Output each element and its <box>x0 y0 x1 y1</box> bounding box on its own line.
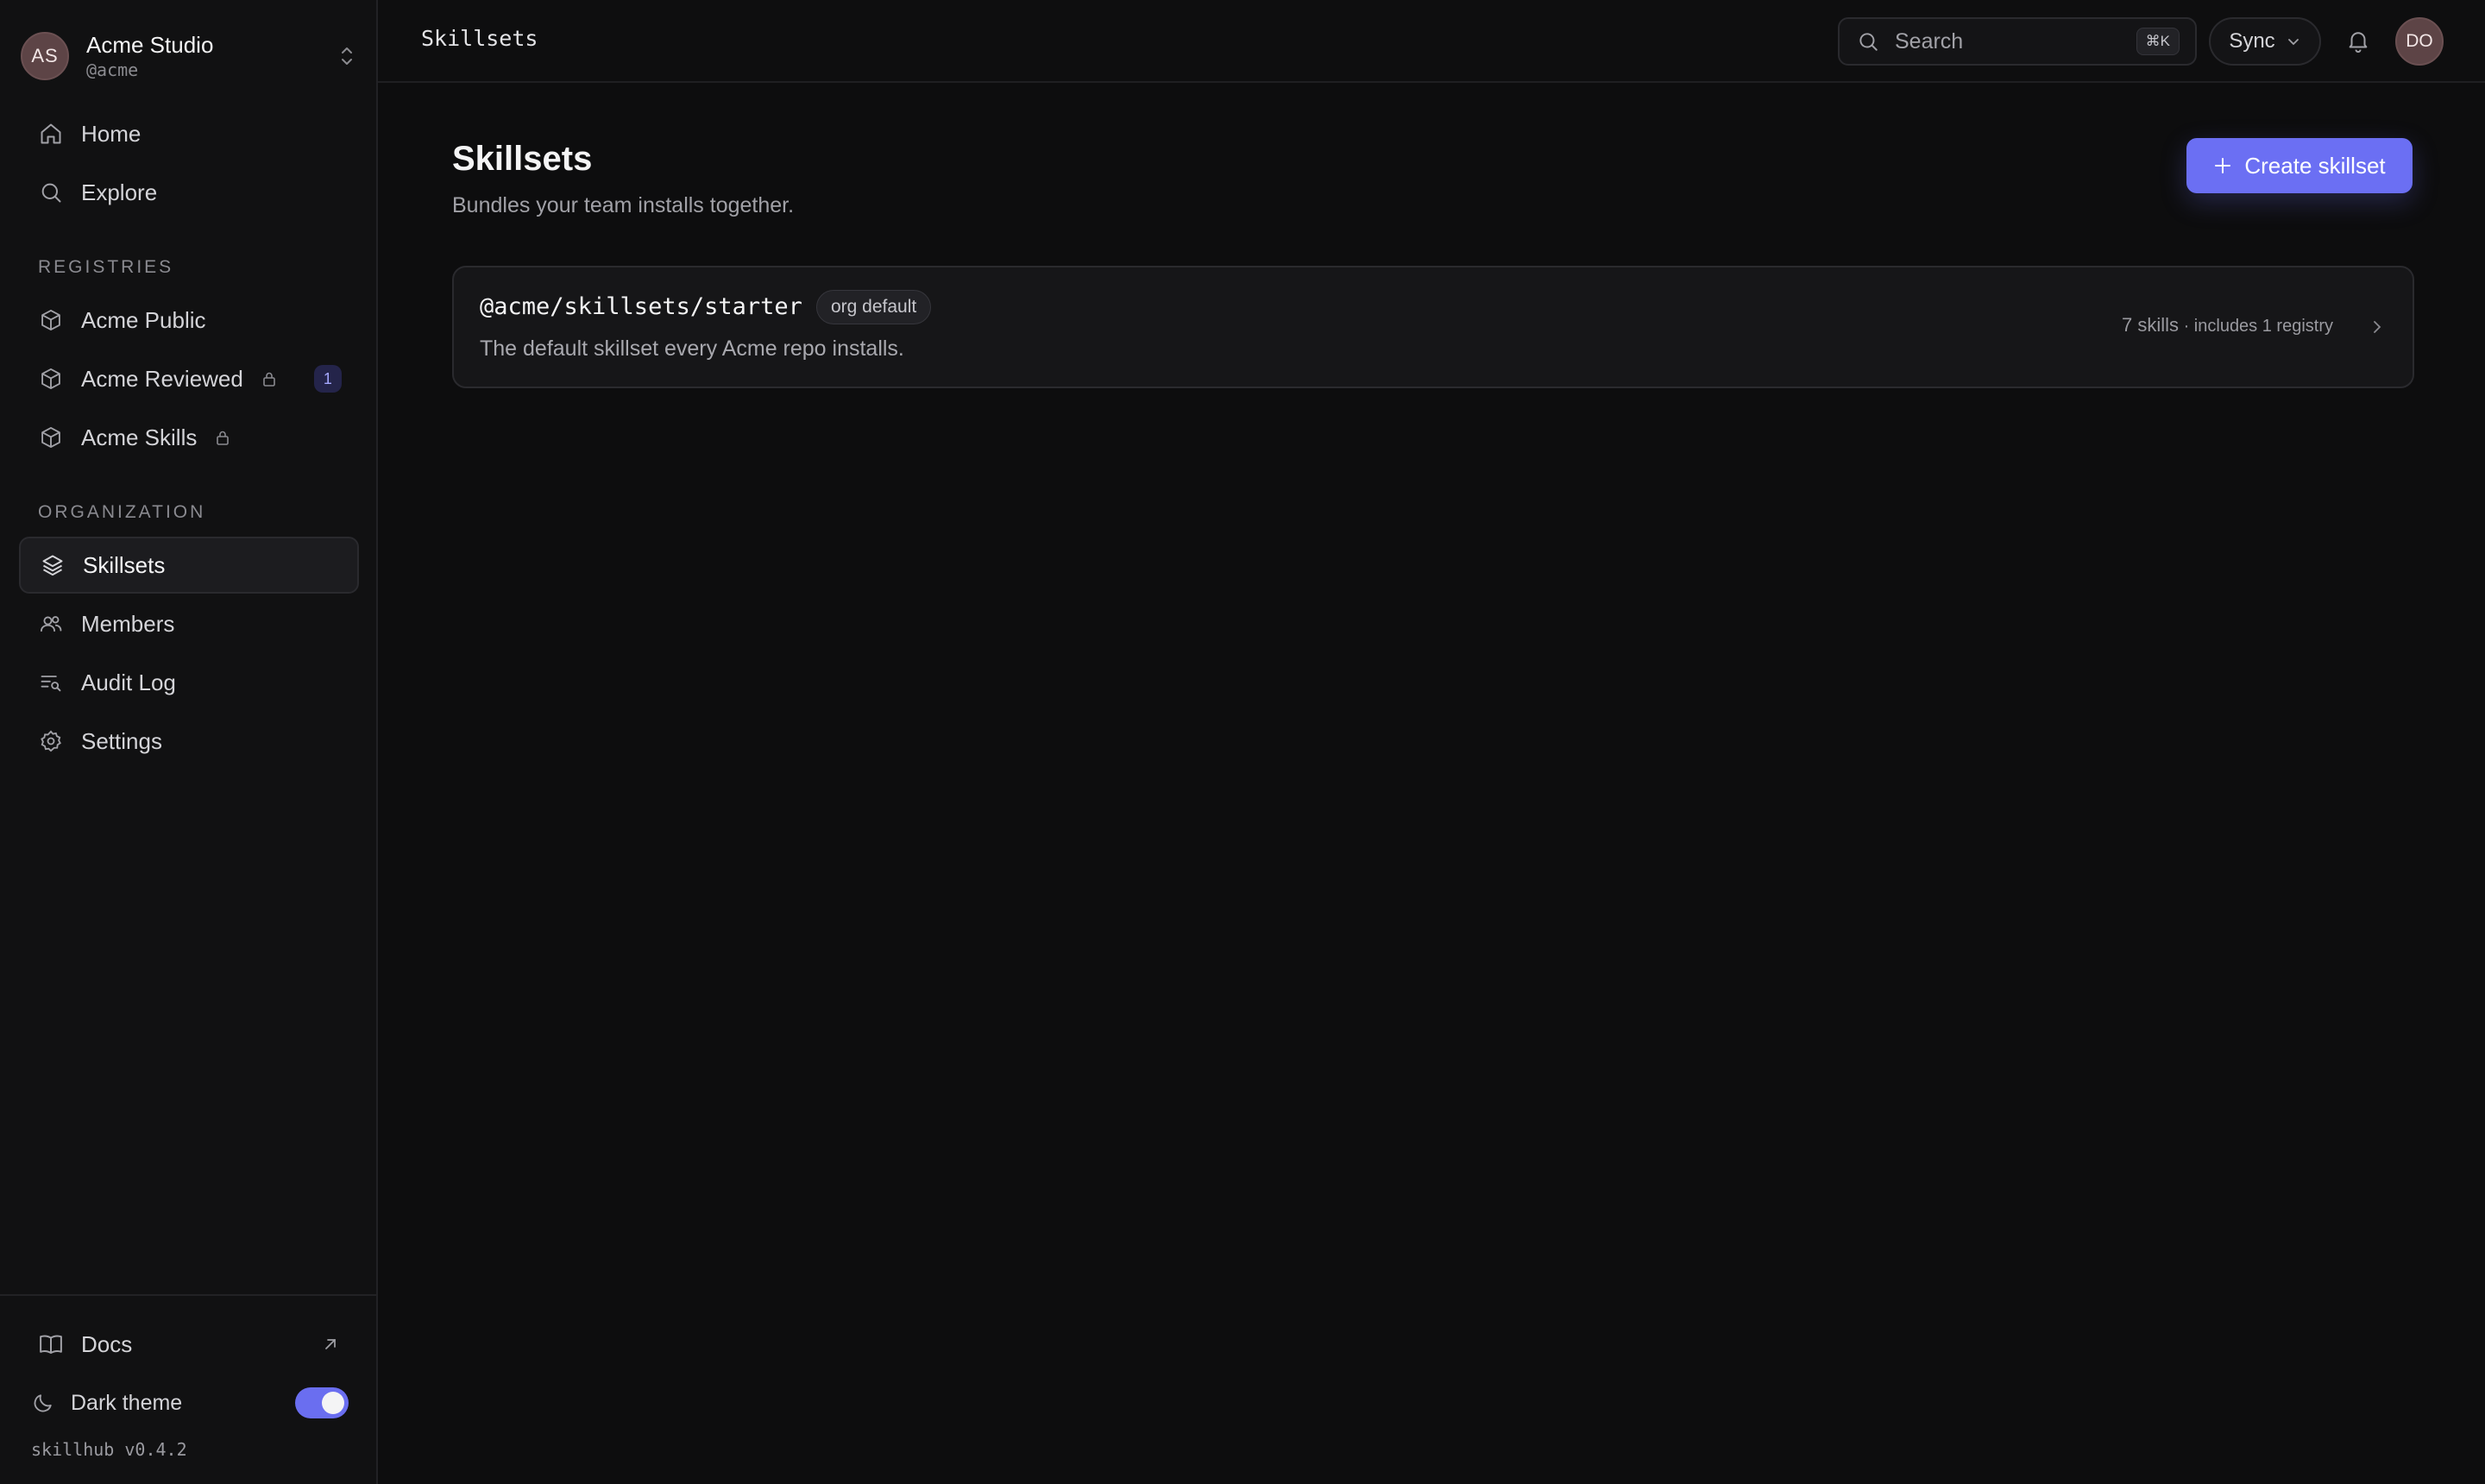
dark-theme-row: Dark theme <box>31 1375 349 1431</box>
sync-label: Sync <box>2229 29 2275 53</box>
sidebar-item-label: Acme Skills <box>81 424 198 450</box>
sidebar-item-explore[interactable]: Explore <box>19 164 359 221</box>
org-name: Acme Studio <box>86 32 214 58</box>
chevron-right-icon <box>2374 321 2381 333</box>
skillset-description: The default skillset every Acme repo ins… <box>480 336 904 361</box>
org-avatar: AS <box>21 32 69 80</box>
sidebar-item-audit-log[interactable]: Audit Log <box>19 654 359 711</box>
sidebar-item-label: Home <box>81 120 142 147</box>
page-subtitle: Bundles your team installs together. <box>452 193 795 217</box>
docs-link[interactable]: Docs <box>19 1317 359 1372</box>
sidebar-item-label: Members <box>81 610 175 637</box>
pending-count-badge: 1 <box>313 365 342 393</box>
skillset-name: @acme/skillsets/starter <box>480 293 802 320</box>
search-box[interactable]: ⌘K <box>1838 17 2197 66</box>
skillset-meta: 7 skills · includes 1 registry <box>2122 314 2333 336</box>
sidebar-item-settings[interactable]: Settings <box>19 713 359 770</box>
sync-dropdown-button[interactable]: Sync <box>2209 17 2321 66</box>
topbar: Skillsets ⌘K Sync DO <box>378 0 2485 83</box>
skills-count: 7 skills <box>2122 314 2180 336</box>
lock-icon <box>263 372 275 387</box>
sidebar-item-label: Acme Public <box>81 306 206 333</box>
skillset-card[interactable]: @acme/skillsets/starter org default The … <box>452 266 2414 388</box>
sidebar-footer: Docs Dark theme skillhub v0.4.2 <box>0 1294 378 1484</box>
plus-icon <box>2215 158 2231 173</box>
sidebar-item-skillsets[interactable]: Skillsets <box>19 537 359 594</box>
dark-theme-label: Dark theme <box>71 1390 183 1415</box>
create-skillset-label: Create skillset <box>2244 152 2386 179</box>
sidebar-item-members[interactable]: Members <box>19 595 359 652</box>
org-handle: @acme <box>86 60 139 80</box>
sidebar-item-label: Audit Log <box>81 669 176 695</box>
includes-registry: · includes 1 registry <box>2179 317 2333 336</box>
sidebar-item-acme-public[interactable]: Acme Public <box>19 292 359 349</box>
sidebar-item-home[interactable]: Home <box>19 105 359 162</box>
layers-icon <box>40 552 66 578</box>
docs-label: Docs <box>81 1330 133 1357</box>
users-icon <box>38 611 64 637</box>
chevron-updown-icon <box>342 47 352 65</box>
app-root: AS Acme Studio @acme Home Explore REGIST… <box>0 0 2485 1484</box>
home-icon <box>38 121 64 147</box>
lock-icon <box>217 431 230 445</box>
sidebar-item-label: Explore <box>81 179 158 205</box>
gear-icon <box>38 728 64 754</box>
search-input[interactable] <box>1895 28 2136 54</box>
topbar-title: Skillsets <box>421 26 538 51</box>
app-version: skillhub v0.4.2 <box>31 1439 187 1460</box>
org-text: Acme Studio @acme <box>86 31 337 81</box>
sidebar-item-acme-skills[interactable]: Acme Skills <box>19 409 359 466</box>
sidebar-item-acme-reviewed[interactable]: Acme Reviewed 1 <box>19 350 359 407</box>
moon-icon <box>34 1394 52 1412</box>
registries-section-label: REGISTRIES <box>38 257 174 277</box>
package-icon <box>38 366 64 392</box>
sidebar-item-label: Settings <box>81 727 162 754</box>
dark-theme-toggle[interactable] <box>295 1387 349 1418</box>
sidebar-item-label: Acme Reviewed <box>81 365 243 392</box>
book-icon <box>40 1335 62 1354</box>
search-icon <box>38 179 64 205</box>
create-skillset-button[interactable]: Create skillset <box>2186 138 2413 193</box>
package-icon <box>38 307 64 333</box>
sidebar-item-label: Skillsets <box>83 551 166 578</box>
page-title: Skillsets <box>452 140 593 178</box>
main-content: Skillsets Bundles your team installs tog… <box>378 83 2485 1484</box>
package-icon <box>38 424 64 450</box>
bell-icon[interactable] <box>2345 28 2371 53</box>
org-default-tag: org default <box>816 290 932 324</box>
search-icon <box>1859 33 1878 51</box>
external-link-icon <box>325 1339 336 1349</box>
list-search-icon <box>38 670 64 695</box>
toggle-knob <box>322 1392 344 1414</box>
sidebar: AS Acme Studio @acme Home Explore REGIST… <box>0 0 378 1484</box>
search-shortcut: ⌘K <box>2136 28 2180 55</box>
chevron-down-icon <box>2287 39 2299 46</box>
org-switcher[interactable]: AS Acme Studio @acme <box>21 24 357 88</box>
organization-section-label: ORGANIZATION <box>38 502 206 522</box>
user-avatar[interactable]: DO <box>2395 17 2444 66</box>
